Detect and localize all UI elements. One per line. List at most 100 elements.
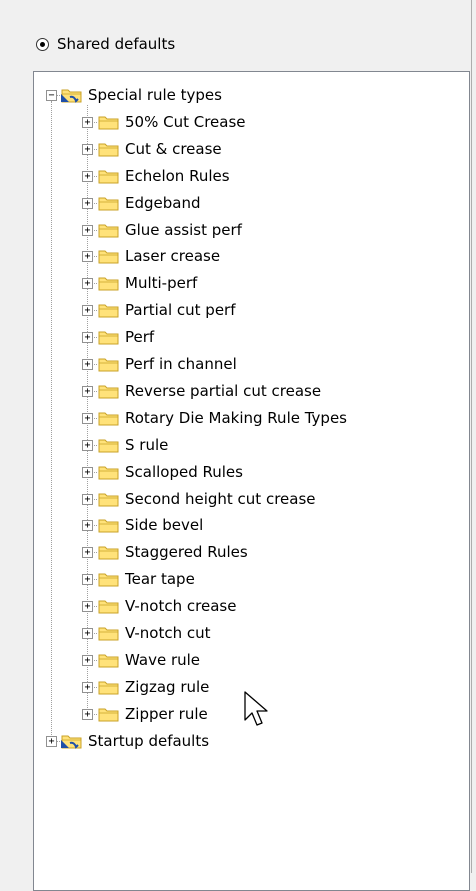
tree-node-rotary-die-making-rule-types-label: Rotary Die Making Rule Types (125, 408, 347, 427)
folder-icon (98, 439, 119, 453)
folder-icon (98, 224, 119, 237)
tree-node-special-rule-types-expander[interactable]: − (46, 90, 57, 101)
mouse-pointer-icon (244, 691, 268, 726)
tree-node-rotary-die-making-rule-types[interactable]: Rotary Die Making Rule Types (98, 407, 347, 429)
tree-node-v-notch-cut-label: V-notch cut (125, 624, 211, 642)
tree-node-zigzag-rule-expander[interactable]: + (82, 681, 93, 693)
tree-node-perf[interactable]: Perf (98, 326, 154, 348)
tree-node-staggered-rules-expander[interactable]: + (82, 547, 93, 559)
tree-node-cut-crease[interactable]: Cut & crease (98, 138, 222, 160)
folder-icon (98, 277, 119, 291)
tree-node-cut-crease-expander[interactable]: + (82, 143, 93, 155)
tree-node-startup-defaults-expander[interactable]: + (46, 735, 57, 747)
tree-node-laser-crease-expander[interactable]: + (82, 251, 93, 263)
folder-icon (98, 600, 119, 614)
tree-connector-v (51, 101, 52, 747)
folder-icon (98, 143, 119, 157)
tree-node-cut-crease-label: Cut & crease (125, 139, 222, 158)
tree-node-edgeband-expander[interactable]: + (82, 197, 93, 209)
folder-icon (98, 627, 119, 641)
tree-node-v-notch-crease-expander[interactable]: + (82, 601, 93, 613)
tree-node-tear-tape[interactable]: Tear tape (98, 568, 195, 590)
tree-node-v-notch-cut-expander[interactable]: + (82, 628, 93, 639)
tree-node-glue-assist-perf-label: Glue assist perf (125, 220, 242, 239)
tree-node-special-rule-types-label: Special rule types (88, 86, 222, 104)
tree-canvas: − Special rule types +50% Cut Crease + Cut &… (34, 72, 469, 890)
tree-node-zipper-rule[interactable]: Zipper rule (98, 703, 208, 725)
folder-icon (98, 358, 119, 372)
tree-node-side-bevel-expander[interactable]: + (82, 520, 93, 532)
tree-node-s-rule-expander[interactable]: + (82, 439, 93, 451)
tree-node-rotary-die-making-rule-types-expander[interactable]: + (82, 412, 93, 424)
tree-node-50-cut-crease[interactable]: 50% Cut Crease (98, 111, 246, 133)
tree-node-tear-tape-label: Tear tape (125, 570, 195, 589)
folder-icon (98, 116, 119, 130)
tree-node-reverse-partial-cut-crease[interactable]: Reverse partial cut crease (98, 380, 321, 402)
tree-node-reverse-partial-cut-crease-expander[interactable]: + (82, 385, 93, 397)
tree-node-reverse-partial-cut-crease-label: Reverse partial cut crease (125, 381, 322, 400)
tree-node-laser-crease[interactable]: Laser crease (98, 245, 220, 267)
radio-selected-icon[interactable] (36, 37, 49, 51)
tree-node-s-rule[interactable]: S rule (98, 434, 168, 456)
folder-icon (98, 170, 119, 184)
folder-icon (98, 466, 119, 480)
tree-node-wave-rule-expander[interactable]: + (82, 654, 93, 666)
tree-node-second-height-cut-crease-expander[interactable]: + (82, 493, 93, 505)
tree-node-perf-label: Perf (125, 328, 155, 347)
tree-node-perf-in-channel-label: Perf in channel (125, 355, 237, 373)
tree-node-echelon-rules[interactable]: Echelon Rules (98, 165, 230, 187)
tree-node-v-notch-cut[interactable]: V-notch cut (98, 622, 211, 644)
tree-node-tear-tape-expander[interactable]: + (82, 574, 93, 586)
tree-node-special-rule-types[interactable]: Special rule types (61, 84, 222, 106)
tree-node-multi-perf-expander[interactable]: + (82, 278, 93, 290)
folder-icon (98, 546, 119, 560)
tree-node-multi-perf[interactable]: Multi-perf (98, 272, 197, 294)
tree-node-50-cut-crease-expander[interactable]: + (82, 116, 93, 128)
folder-icon (98, 250, 119, 264)
tree-node-perf-in-channel-expander[interactable]: + (82, 359, 93, 370)
tree-node-multi-perf-label: Multi-perf (125, 274, 198, 293)
tree-node-side-bevel[interactable]: Side bevel (98, 514, 203, 536)
tree-node-partial-cut-perf[interactable]: Partial cut perf (98, 299, 236, 321)
tree-node-perf-in-channel[interactable]: Perf in channel (98, 353, 237, 375)
folder-icon (98, 385, 119, 399)
tree-node-zipper-rule-label: Zipper rule (125, 704, 208, 723)
tree-node-zipper-rule-expander[interactable]: + (82, 708, 93, 720)
tree-node-side-bevel-label: Side bevel (125, 516, 204, 535)
folder-icon (98, 519, 119, 533)
tree-node-v-notch-crease[interactable]: V-notch crease (98, 595, 236, 617)
tree-node-perf-expander[interactable]: + (82, 332, 93, 344)
tree-node-glue-assist-perf[interactable]: Glue assist perf (98, 219, 242, 241)
tree-node-scalloped-rules-label: Scalloped Rules (125, 462, 243, 481)
tree-node-glue-assist-perf-expander[interactable]: + (82, 224, 93, 236)
folder-icon (98, 708, 119, 722)
tree-connector-v (87, 105, 88, 714)
folder-icon (98, 681, 119, 695)
tree-node-zigzag-rule-label: Zigzag rule (125, 677, 210, 696)
tree-node-partial-cut-perf-expander[interactable]: + (82, 305, 93, 317)
tree-node-scalloped-rules[interactable]: Scalloped Rules (98, 461, 243, 483)
tree-node-edgeband[interactable]: Edgeband (98, 192, 201, 214)
tree-node-zigzag-rule[interactable]: Zigzag rule (98, 676, 209, 698)
tree-node-wave-rule[interactable]: Wave rule (98, 649, 200, 671)
tree-node-staggered-rules-label: Staggered Rules (125, 543, 248, 562)
tree-node-scalloped-rules-expander[interactable]: + (82, 466, 93, 478)
tree-node-second-height-cut-crease[interactable]: Second height cut crease (98, 488, 316, 510)
folder-icon (98, 654, 119, 668)
tree-node-echelon-rules-label: Echelon Rules (125, 166, 230, 185)
shared-defaults-radio[interactable]: Shared defaults (36, 33, 175, 55)
tree-node-startup-defaults[interactable]: Startup defaults (61, 730, 209, 752)
folder-icon (98, 197, 119, 211)
tree-node-echelon-rules-expander[interactable]: + (82, 170, 93, 182)
folder-icon (98, 412, 119, 426)
rule-type-tree[interactable]: − Special rule types +50% Cut Crease + Cut &… (33, 71, 470, 891)
tree-node-partial-cut-perf-label: Partial cut perf (125, 301, 236, 320)
tree-node-laser-crease-label: Laser crease (125, 247, 221, 266)
folder-icon (98, 304, 119, 318)
folder-icon (98, 331, 119, 345)
tree-node-staggered-rules[interactable]: Staggered Rules (98, 541, 248, 563)
tree-node-wave-rule-label: Wave rule (125, 650, 201, 669)
special-folder-icon (61, 735, 82, 749)
tree-node-startup-defaults-label: Startup defaults (88, 731, 210, 750)
tree-node-50-cut-crease-label: 50% Cut Crease (125, 112, 246, 131)
